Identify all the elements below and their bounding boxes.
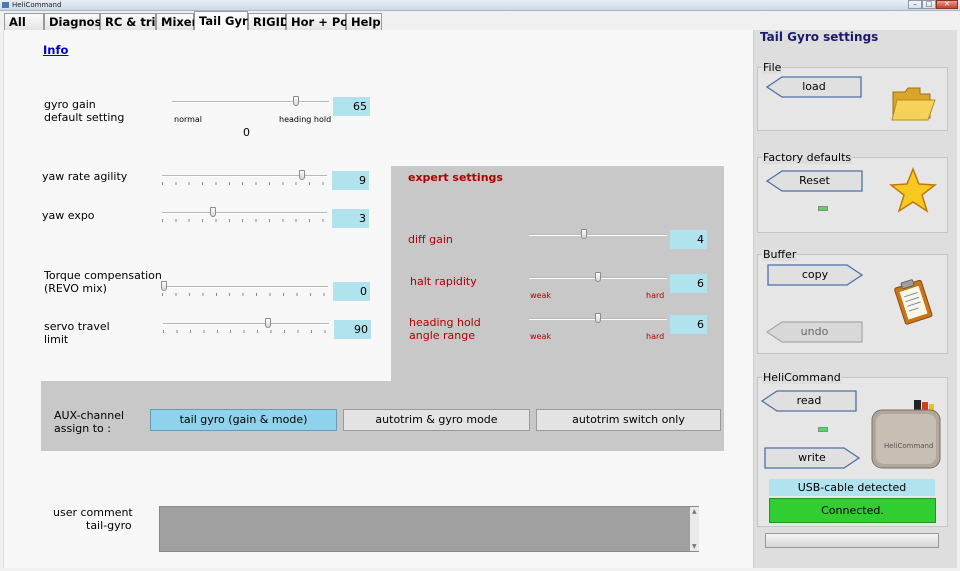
usb-status-bar: USB-cable detected bbox=[769, 479, 935, 496]
torque-sublabel: (REVO mix) bbox=[44, 282, 107, 295]
diff-gain-value[interactable]: 4 bbox=[670, 230, 707, 249]
heading-hold-min-label: weak bbox=[530, 332, 551, 341]
tab-tail-gyro[interactable]: Tail Gyro bbox=[194, 11, 256, 30]
folder-icon bbox=[890, 84, 936, 127]
clipboard-icon bbox=[891, 277, 937, 328]
servo-travel-value[interactable]: 90 bbox=[334, 320, 371, 339]
aux-option-autotrim-gyro-mode[interactable]: autotrim & gyro mode bbox=[343, 409, 530, 431]
yaw-rate-slider-thumb[interactable] bbox=[299, 170, 306, 180]
tab-rc-trim[interactable]: RC & trim bbox=[100, 13, 167, 30]
halt-rapidity-slider-thumb[interactable] bbox=[595, 272, 601, 282]
gyro-gain-max-label: heading hold bbox=[279, 115, 332, 124]
gyro-gain-min-label: normal bbox=[174, 115, 203, 124]
factory-status-led bbox=[818, 206, 828, 211]
servo-travel-sublabel: limit bbox=[44, 333, 69, 346]
user-comment-sublabel: tail-gyro bbox=[86, 519, 132, 532]
yaw-expo-label: yaw expo bbox=[42, 209, 95, 222]
servo-travel-slider[interactable] bbox=[163, 318, 329, 333]
scroll-up-icon[interactable]: ▲ bbox=[692, 508, 697, 515]
tab-all[interactable]: All bbox=[4, 13, 44, 30]
read-button[interactable]: read bbox=[761, 390, 857, 412]
user-comment-label: user comment bbox=[53, 506, 133, 519]
halt-rapidity-slider[interactable] bbox=[529, 272, 667, 286]
halt-rapidity-min-label: weak bbox=[530, 291, 551, 300]
yaw-rate-label: yaw rate agility bbox=[42, 170, 128, 183]
close-button[interactable]: ✕ bbox=[936, 0, 958, 9]
write-label: write bbox=[798, 451, 826, 464]
servo-travel-label: servo travel bbox=[44, 320, 110, 333]
gyro-gain-sublabel: default setting bbox=[44, 111, 125, 124]
buffer-title: Buffer bbox=[762, 248, 798, 261]
connection-status-bar: Connected. bbox=[769, 498, 936, 523]
undo-button[interactable]: undo bbox=[766, 321, 863, 343]
tab-rigid[interactable]: RIGID bbox=[248, 13, 289, 30]
gyro-gain-slider[interactable] bbox=[172, 96, 329, 110]
copy-button[interactable]: copy bbox=[767, 264, 863, 286]
halt-rapidity-label: halt rapidity bbox=[410, 275, 477, 288]
heading-hold-value[interactable]: 6 bbox=[670, 315, 707, 334]
aux-channel-label: AUX-channel bbox=[54, 409, 125, 422]
user-comment-textarea[interactable] bbox=[159, 506, 699, 552]
yaw-rate-slider[interactable] bbox=[162, 170, 327, 185]
gyro-gain-label: gyro gain bbox=[44, 98, 96, 111]
load-button[interactable]: load bbox=[766, 76, 862, 98]
tab-help[interactable]: Help bbox=[346, 13, 382, 30]
copy-label: copy bbox=[801, 268, 829, 281]
yaw-expo-slider-thumb[interactable] bbox=[210, 207, 217, 217]
expert-settings-title: expert settings bbox=[408, 171, 503, 184]
gyro-gain-value[interactable]: 65 bbox=[333, 97, 370, 116]
halt-rapidity-max-label: hard bbox=[646, 291, 665, 300]
aux-assign-label: assign to : bbox=[54, 422, 111, 435]
tab-diagnose[interactable]: Diagnose bbox=[44, 13, 109, 30]
heading-hold-slider[interactable] bbox=[529, 313, 667, 327]
torque-label: Torque compensation bbox=[44, 269, 162, 282]
load-label: load bbox=[802, 80, 826, 93]
progress-bar bbox=[765, 533, 939, 548]
file-group-title: File bbox=[762, 61, 783, 74]
window-title: HeliCommand bbox=[12, 1, 62, 9]
heading-hold-slider-thumb[interactable] bbox=[595, 313, 601, 323]
diff-gain-slider-thumb[interactable] bbox=[581, 229, 588, 239]
heading-hold-max-label: hard bbox=[646, 332, 665, 341]
sidebar-title: Tail Gyro settings bbox=[760, 30, 879, 44]
yaw-expo-slider[interactable] bbox=[162, 207, 327, 222]
app-icon bbox=[2, 2, 9, 8]
diff-gain-slider[interactable] bbox=[529, 229, 667, 243]
factory-defaults-title: Factory defaults bbox=[762, 151, 853, 164]
halt-rapidity-value[interactable]: 6 bbox=[670, 274, 707, 293]
svg-text:HeliCommand: HeliCommand bbox=[884, 442, 933, 450]
reset-label: Reset bbox=[799, 174, 830, 187]
device-icon: HeliCommand bbox=[866, 396, 946, 477]
torque-slider[interactable] bbox=[160, 281, 328, 296]
heading-hold-label: heading hold bbox=[409, 316, 481, 329]
tab-hor-pos[interactable]: Hor + Pos bbox=[286, 13, 355, 30]
gyro-gain-slider-thumb[interactable] bbox=[293, 96, 300, 106]
tab-mixer[interactable]: Mixer bbox=[156, 13, 197, 30]
minimize-button[interactable]: – bbox=[908, 0, 922, 9]
undo-label: undo bbox=[800, 325, 829, 338]
write-button[interactable]: write bbox=[764, 447, 860, 469]
title-bar: HeliCommand – □ ✕ bbox=[0, 0, 960, 11]
read-label: read bbox=[796, 394, 822, 407]
diff-gain-label: diff gain bbox=[408, 233, 453, 246]
torque-slider-thumb[interactable] bbox=[160, 281, 167, 291]
scroll-down-icon[interactable]: ▼ bbox=[692, 543, 697, 550]
comment-scrollbar[interactable]: ▲ ▼ bbox=[690, 507, 699, 551]
maximize-button[interactable]: □ bbox=[922, 0, 936, 9]
tab-strip: All Diagnose RC & trim Mixer Tail Gyro R… bbox=[0, 11, 960, 30]
servo-travel-slider-thumb[interactable] bbox=[264, 318, 271, 328]
aux-option-autotrim-switch[interactable]: autotrim switch only bbox=[536, 409, 721, 431]
reset-button[interactable]: Reset bbox=[766, 170, 863, 192]
helicommand-title: HeliCommand bbox=[762, 371, 842, 384]
yaw-expo-value[interactable]: 3 bbox=[332, 209, 369, 228]
star-icon bbox=[888, 166, 938, 217]
helicommand-status-led bbox=[818, 427, 828, 432]
heading-hold-sublabel: angle range bbox=[409, 329, 475, 342]
gyro-gain-readout: 0 bbox=[243, 126, 250, 139]
aux-option-tail-gyro[interactable]: tail gyro (gain & mode) bbox=[150, 409, 337, 431]
torque-value[interactable]: 0 bbox=[333, 282, 370, 301]
info-link[interactable]: Info bbox=[43, 43, 68, 57]
yaw-rate-value[interactable]: 9 bbox=[332, 171, 369, 190]
